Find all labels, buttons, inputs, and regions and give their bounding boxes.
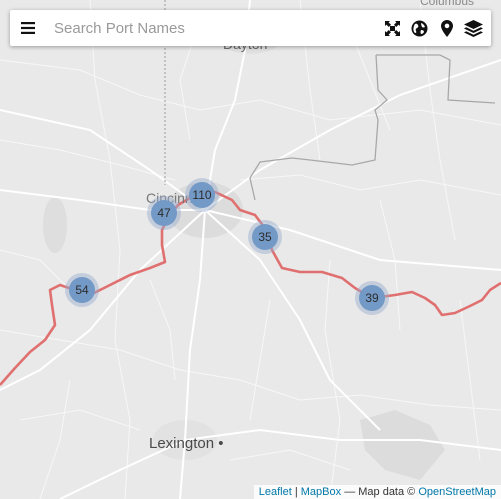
attribution-text: — Map data ©: [344, 486, 416, 498]
lexington-text: Lexington: [149, 435, 215, 452]
cluster-count: 47: [151, 200, 177, 226]
cluster-count: 110: [189, 182, 215, 208]
city-label-lexington: Lexington •: [149, 435, 224, 452]
layers-button[interactable]: [464, 19, 483, 38]
location-button[interactable]: [437, 19, 456, 38]
mapbox-link[interactable]: MapBox: [301, 486, 341, 498]
globe-icon: [411, 20, 428, 36]
fullscreen-icon: [385, 20, 400, 36]
cluster-marker[interactable]: 54: [65, 273, 99, 307]
leaflet-link[interactable]: Leaflet: [259, 486, 292, 498]
attribution-separator: |: [294, 486, 298, 498]
basemap: [0, 0, 501, 499]
cluster-marker[interactable]: 39: [355, 281, 389, 315]
search-bar: [10, 10, 491, 46]
cluster-count: 35: [252, 224, 278, 250]
cluster-marker[interactable]: 35: [248, 220, 282, 254]
menu-icon: [21, 22, 35, 34]
map-attribution: Leaflet | MapBox — Map data © OpenStreet…: [253, 485, 501, 499]
hills-area: [360, 410, 445, 480]
state-borders: [249, 54, 496, 201]
map[interactable]: Dayton Cincinnati Columbus Lexington • 1…: [0, 0, 501, 499]
city-dot-icon: •: [218, 435, 224, 452]
fullscreen-button[interactable]: [383, 19, 402, 38]
cluster-count: 54: [69, 277, 95, 303]
map-toolbar: [383, 19, 491, 38]
cluster-marker[interactable]: 47: [147, 196, 181, 230]
layers-icon: [464, 19, 483, 37]
cluster-marker[interactable]: 110: [185, 178, 219, 212]
lake-area: [43, 197, 67, 253]
globe-button[interactable]: [410, 19, 429, 38]
cluster-count: 39: [359, 285, 385, 311]
search-input[interactable]: [46, 13, 383, 43]
map-pin-icon: [440, 19, 453, 37]
city-label-columbus: Columbus: [420, 0, 475, 8]
menu-button[interactable]: [10, 10, 46, 46]
openstreetmap-link[interactable]: OpenStreetMap: [418, 486, 496, 498]
